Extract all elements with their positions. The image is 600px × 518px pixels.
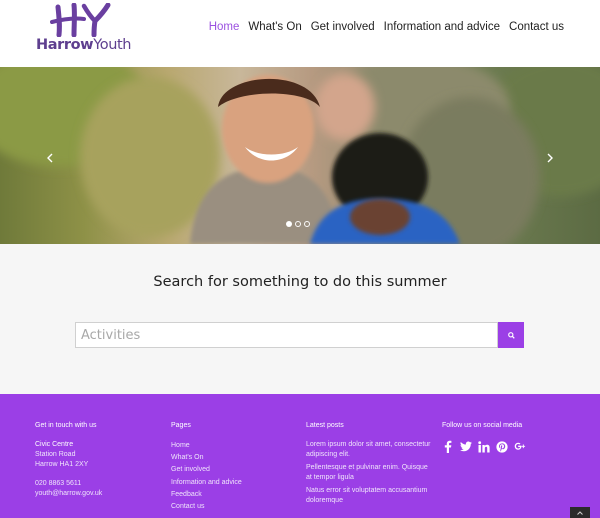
twitter-icon	[460, 441, 472, 452]
twitter-link[interactable]	[460, 440, 472, 453]
scroll-to-top-button[interactable]	[570, 507, 590, 518]
main-nav: Home What's On Get involved Information …	[209, 20, 564, 34]
carousel-prev-button[interactable]	[44, 153, 56, 165]
search-section: Search for something to do this summer	[0, 244, 600, 394]
site-footer: Get in touch with us Civic Centre Statio…	[0, 394, 600, 518]
social-links	[442, 440, 526, 453]
footer-link-feedback[interactable]: Feedback	[171, 489, 242, 501]
phone-number[interactable]: 020 8863 5611	[35, 479, 102, 489]
carousel-next-button[interactable]	[544, 153, 556, 165]
footer-posts-heading: Latest posts	[306, 422, 344, 429]
footer-link-home[interactable]: Home	[171, 440, 242, 452]
logo-text-harrow: Harrow	[36, 37, 94, 53]
nav-item-contact-us[interactable]: Contact us	[509, 20, 564, 34]
search-heading: Search for something to do this summer	[153, 274, 447, 290]
pinterest-link[interactable]	[496, 440, 508, 453]
footer-social: Follow us on social media	[442, 421, 526, 453]
carousel-dot-2[interactable]	[295, 221, 301, 227]
footer-contact: Get in touch with us Civic Centre Statio…	[35, 421, 102, 499]
nav-item-information-and-advice[interactable]: Information and advice	[384, 20, 500, 34]
footer-latest-posts: Latest posts Lorem ipsum dolor sit amet,…	[306, 421, 431, 509]
site-header: HarrowYouth Home What's On Get involved …	[0, 0, 600, 67]
address-line-1: Station Road	[35, 451, 76, 458]
footer-pages-heading: Pages	[171, 422, 191, 429]
footer-pages: Pages Home What's On Get involved Inform…	[171, 421, 242, 513]
linkedin-icon	[478, 440, 490, 452]
address-name: Civic Centre	[35, 441, 74, 448]
nav-item-whats-on[interactable]: What's On	[248, 20, 301, 34]
search-input[interactable]	[75, 322, 498, 348]
facebook-link[interactable]	[442, 440, 454, 453]
logo-text-youth: Youth	[93, 37, 132, 53]
hero-photo	[0, 67, 600, 244]
google-plus-icon	[514, 442, 526, 450]
google-plus-link[interactable]	[514, 440, 526, 453]
logo-mark-icon	[50, 3, 111, 37]
logo-text: HarrowYouth	[36, 37, 132, 53]
chevron-right-icon	[547, 153, 553, 163]
nav-item-home[interactable]: Home	[209, 20, 240, 34]
harrow-youth-logo[interactable]: HarrowYouth	[36, 3, 132, 55]
address-line-2: Harrow HA1 2XY	[35, 461, 89, 468]
footer-social-heading: Follow us on social media	[442, 422, 523, 429]
carousel-indicators	[286, 221, 310, 227]
email-address[interactable]: youth@harrow.gov.uk	[35, 489, 102, 499]
post-link[interactable]: Pellentesque et pulvinar enim. Quisque a…	[306, 463, 431, 483]
pinterest-icon	[496, 440, 508, 453]
footer-contact-heading: Get in touch with us	[35, 422, 97, 429]
footer-link-whats-on[interactable]: What's On	[171, 452, 242, 464]
carousel-dot-1[interactable]	[286, 221, 292, 227]
search-icon	[507, 331, 515, 339]
nav-item-get-involved[interactable]: Get involved	[311, 20, 375, 34]
hero-carousel	[0, 67, 600, 244]
search-button[interactable]	[498, 322, 524, 348]
footer-link-information-and-advice[interactable]: Information and advice	[171, 477, 242, 489]
carousel-dot-3[interactable]	[304, 221, 310, 227]
chevron-left-icon	[47, 153, 53, 163]
post-link[interactable]: Natus error sit voluptatem accusantium d…	[306, 486, 431, 506]
facebook-icon	[444, 440, 452, 453]
footer-link-get-involved[interactable]: Get involved	[171, 464, 242, 476]
chevron-up-icon	[577, 510, 583, 515]
footer-link-contact-us[interactable]: Contact us	[171, 501, 242, 513]
linkedin-link[interactable]	[478, 440, 490, 453]
post-link[interactable]: Lorem ipsum dolor sit amet, consectetur …	[306, 440, 431, 460]
